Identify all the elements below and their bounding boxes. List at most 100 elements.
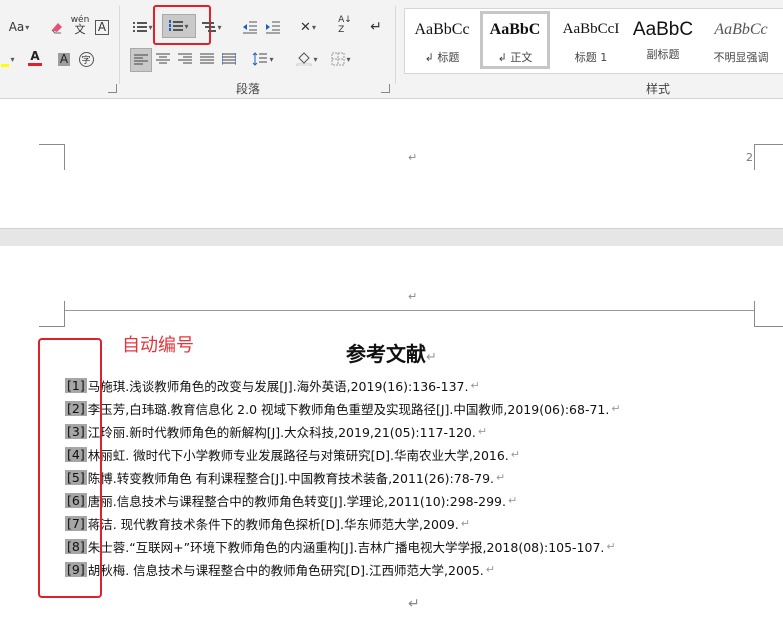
- reference-item[interactable]: [7] 蒋洁. 现代教育技术条件下的教师角色探析[D].华东师范大学,2009. ↵: [65, 513, 470, 533]
- header-paragraph-mark: ↵: [408, 290, 418, 303]
- reference-text: 马施琪.浅谈教师角色的改变与发展[J].海外英语,2019(16):136-13…: [87, 378, 469, 394]
- font-color-label: A: [30, 49, 40, 63]
- group-separator: [395, 6, 396, 84]
- enclose-characters-label: 字: [78, 51, 94, 67]
- character-shading-label: A: [57, 51, 71, 66]
- align-center-button[interactable]: [153, 48, 173, 70]
- references-heading: 参考文献↵: [0, 338, 783, 367]
- paragraph-mark: ↵: [507, 493, 518, 507]
- character-border-label: A: [94, 19, 110, 35]
- multilevel-list-button[interactable]: ▾: [198, 16, 226, 38]
- style-name: 标题 1: [574, 51, 608, 64]
- phonetic-guide-button[interactable]: wén 文: [68, 14, 92, 36]
- header-line: [64, 310, 754, 311]
- group-separator: [119, 6, 120, 84]
- style-sample: AaBbC: [632, 19, 694, 40]
- style-name: 不明显强调: [713, 51, 769, 64]
- bullets-icon: [133, 21, 148, 33]
- reference-text: 李玉芳,白玮璐.教育信息化 2.0 视域下教师角色重塑及实现路径[J].中国教师…: [87, 401, 610, 417]
- styles-gallery: AaBbCc ↲ 标题 AaBbC ↲ 正文 AaBbCcI 标题 1 AaBb…: [404, 8, 783, 74]
- reference-text: 胡秋梅. 信息技术与课程整合中的教师角色研究[D].江西师范大学,2005.: [87, 562, 484, 578]
- paint-bucket-icon: [297, 52, 312, 66]
- paragraph-mark: ↵: [496, 470, 506, 484]
- clear-formatting-icon[interactable]: [46, 16, 68, 38]
- crop-mark: [754, 144, 783, 170]
- reference-item[interactable]: [3] 江玲丽.新时代教师角色的新解构[J].大众科技,2019,21(05):1…: [65, 421, 487, 441]
- styles-group-label: 样式: [646, 82, 671, 96]
- sort-button[interactable]: A↓ Z: [334, 14, 356, 36]
- paragraph-mark: ↵: [470, 378, 480, 392]
- reference-text: 蒋洁. 现代教育技术条件下的教师角色探析[D].华东师范大学,2009.: [87, 516, 459, 532]
- style-sample: AaBbCc: [414, 21, 470, 38]
- reference-text: 陈博.转变教师角色 有利课程整合[J].中国教育技术装备,2011(26):78…: [87, 470, 495, 486]
- reference-item[interactable]: [5] 陈博.转变教师角色 有利课程整合[J].中国教育技术装备,2011(26)…: [65, 467, 505, 487]
- auto-numbering-annotation: 自动编号: [122, 335, 194, 356]
- style-heading-1[interactable]: AaBbCcI 标题 1: [553, 11, 629, 69]
- distributed-button[interactable]: [219, 48, 239, 70]
- justify-button[interactable]: [197, 48, 217, 70]
- reference-text: 林丽虹. 微时代下小学教师专业发展路径与对策研究[D].华南农业大学,2016.: [87, 447, 509, 463]
- change-case-label: Aa: [8, 20, 25, 34]
- chinese-layout-icon: ✕: [300, 19, 311, 35]
- references-title: 参考文献: [346, 342, 427, 366]
- style-subtle-emphasis[interactable]: AaBbCc 不明显强调: [698, 11, 783, 69]
- distributed-icon: [222, 53, 236, 65]
- paragraph-mark: ↵: [426, 350, 437, 365]
- show-marks-icon[interactable]: ↵: [366, 16, 386, 38]
- ribbon: Aa ▾ wén 文 A ▾ A A 字 ▾ ▾ ▾ ✕ ▾ A↓ Z ↵ ▾ …: [0, 0, 783, 99]
- reference-item[interactable]: [6] 唐丽.信息技术与课程整合中的教师角色转变[J].学理论,2011(10):…: [65, 490, 517, 510]
- style-normal[interactable]: AaBbC ↲ 正文: [480, 11, 550, 69]
- reference-item[interactable]: [9] 胡秋梅. 信息技术与课程整合中的教师角色研究[D].江西师范大学,2005…: [65, 559, 495, 579]
- style-mark: ↲: [497, 51, 507, 64]
- crop-mark: [39, 301, 65, 327]
- crop-mark: [39, 144, 65, 170]
- paragraph-mark: ↵: [510, 447, 520, 461]
- numbering-highlight-box: [38, 338, 102, 598]
- sort-icon: A↓ Z: [338, 15, 352, 35]
- reference-item[interactable]: [8] 朱士蓉.“互联网+”环境下教师角色的内涵重构[J].吉林广播电视大学学报,…: [65, 536, 616, 556]
- style-subtitle[interactable]: AaBbC 副标题: [627, 11, 699, 69]
- highlight-color-button[interactable]: ▾: [0, 48, 16, 70]
- character-border-button[interactable]: A: [93, 16, 111, 38]
- borders-icon: [331, 52, 345, 66]
- style-name: 标题: [437, 51, 460, 64]
- justify-icon: [200, 53, 214, 64]
- align-left-button[interactable]: [130, 48, 152, 72]
- paragraph-mark: ↵: [485, 562, 495, 576]
- crop-mark: [754, 301, 783, 327]
- change-case-button[interactable]: Aa ▾: [4, 16, 34, 38]
- align-right-button[interactable]: [175, 48, 195, 70]
- paragraph-dialog-launcher[interactable]: [381, 84, 390, 93]
- character-shading-button[interactable]: A: [55, 48, 73, 70]
- chinese-layout-button[interactable]: ✕ ▾: [293, 16, 323, 38]
- reference-item[interactable]: [4] 林丽虹. 微时代下小学教师专业发展路径与对策研究[D].华南农业大学,20…: [65, 444, 520, 464]
- page-gap: [0, 228, 783, 247]
- font-dialog-launcher[interactable]: [108, 84, 117, 93]
- decrease-indent-icon[interactable]: [240, 16, 260, 38]
- style-name: 副标题: [646, 48, 680, 61]
- paragraph-group-label: 段落: [236, 82, 261, 96]
- reference-item[interactable]: [1] 马施琪.浅谈教师角色的改变与发展[J].海外英语,2019(16):136…: [65, 375, 480, 395]
- style-sample: AaBbC: [489, 21, 541, 38]
- shading-button[interactable]: ▾: [292, 48, 322, 70]
- increase-indent-icon[interactable]: [263, 16, 283, 38]
- style-sample: AaBbCcI: [562, 21, 620, 37]
- align-center-icon: [156, 53, 170, 64]
- borders-button[interactable]: ▾: [326, 48, 356, 70]
- paragraph-mark: ↵: [477, 424, 488, 438]
- paragraph-mark: ↵: [460, 516, 470, 530]
- reference-text: 朱士蓉.“互联网+”环境下教师角色的内涵重构[J].吉林广播电视大学学报,201…: [87, 539, 605, 555]
- enclose-characters-button[interactable]: 字: [76, 48, 96, 70]
- paragraph-mark: ↵: [611, 401, 621, 415]
- font-color-button[interactable]: A: [20, 47, 50, 69]
- page-2[interactable]: ↵ 参考文献↵ 自动编号 [1] 马施琪.浅谈教师角色的改变与发展[J].海外英语…: [0, 246, 783, 639]
- style-sample: AaBbCc: [714, 21, 768, 38]
- style-mark: ↲: [424, 51, 434, 64]
- reference-item[interactable]: [2] 李玉芳,白玮璐.教育信息化 2.0 视域下教师角色重塑及实现路径[J].中…: [65, 398, 621, 418]
- paragraph-mark: ↵: [408, 596, 420, 612]
- page-1[interactable]: ↵ 2: [0, 99, 783, 228]
- line-spacing-button[interactable]: ▾: [248, 48, 278, 70]
- style-title[interactable]: AaBbCc ↲ 标题: [407, 11, 477, 69]
- page-number: 2: [746, 151, 753, 164]
- align-left-icon: [134, 54, 148, 65]
